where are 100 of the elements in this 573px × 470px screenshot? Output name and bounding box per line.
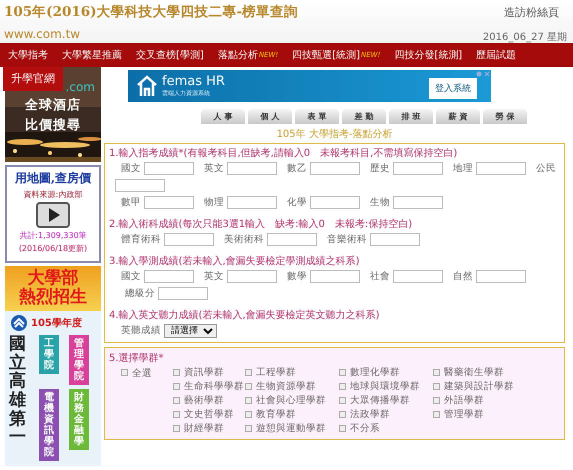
checkbox[interactable] bbox=[173, 411, 180, 418]
checkbox[interactable] bbox=[433, 369, 440, 376]
score-field[interactable] bbox=[227, 162, 277, 175]
tab[interactable]: 表 單 bbox=[295, 109, 339, 124]
checkbox-label: 藝術學群 bbox=[184, 395, 224, 407]
checkbox-label: 全選 bbox=[132, 367, 152, 380]
score-field[interactable] bbox=[144, 162, 194, 175]
score-field[interactable] bbox=[115, 178, 165, 192]
fan-page-link[interactable]: 造訪粉絲頁 bbox=[504, 5, 559, 20]
field-label: 物理 bbox=[204, 197, 224, 208]
site-title: 105年(2016)大學科技大學四技二專-榜單查詢 bbox=[4, 3, 298, 21]
nav-item[interactable]: 大學繁星推薦 bbox=[54, 48, 128, 62]
date-text: 2016_06_27 星期 bbox=[482, 30, 567, 44]
field-label: 體育術科 bbox=[121, 234, 161, 245]
checkbox[interactable] bbox=[245, 383, 252, 390]
field-label: 數乙 bbox=[287, 163, 307, 174]
tab[interactable]: 勞 保 bbox=[483, 109, 527, 124]
ad-headline: 大學部 bbox=[28, 269, 78, 288]
checkbox[interactable] bbox=[245, 369, 252, 376]
score-field[interactable] bbox=[164, 232, 214, 246]
checkbox-label: 工程學群 bbox=[256, 367, 296, 379]
score-field[interactable] bbox=[476, 270, 526, 283]
college-tag: 工學院 bbox=[39, 335, 59, 374]
checkbox[interactable] bbox=[245, 397, 252, 404]
score-field[interactable] bbox=[310, 270, 360, 283]
score-field[interactable] bbox=[393, 196, 443, 209]
nav-item[interactable]: 交叉查榜[學測] bbox=[128, 48, 210, 62]
score-field[interactable] bbox=[227, 196, 277, 209]
checkbox[interactable] bbox=[121, 369, 128, 376]
score-field[interactable] bbox=[310, 162, 360, 175]
section-title: 4.輸入英文聽力成績(若未輸入,會漏失要檢定英文聽力之科系) bbox=[109, 308, 381, 322]
field-label: 自然 bbox=[453, 271, 473, 282]
field-label: 生物 bbox=[370, 197, 390, 208]
field-label: 公民 bbox=[536, 163, 556, 174]
nav-item[interactable]: 四技分發[統測] bbox=[386, 48, 468, 62]
checkbox[interactable] bbox=[339, 397, 346, 404]
section-title: 1.輸入指考成績*(有報考科目,但缺考,請輸入0 未報考科目,不需填寫保持空白) bbox=[109, 146, 458, 160]
checkbox[interactable] bbox=[339, 383, 346, 390]
checkbox[interactable] bbox=[245, 425, 252, 432]
checkbox-label: 外語學群 bbox=[444, 395, 484, 407]
ad-text: 105學年度 bbox=[31, 316, 82, 330]
field-label: 社會 bbox=[370, 271, 390, 282]
nav-item[interactable]: 大學指考 bbox=[0, 48, 54, 62]
checkbox[interactable] bbox=[173, 383, 180, 390]
checkbox-label: 文史哲學群 bbox=[184, 409, 234, 421]
score-field[interactable] bbox=[310, 196, 360, 209]
select-field[interactable]: 請選擇 bbox=[164, 324, 217, 338]
ad-logo: .com bbox=[66, 80, 95, 94]
checkbox-label: 資訊學群 bbox=[184, 367, 224, 379]
checkbox[interactable] bbox=[173, 425, 180, 432]
checkbox-label: 管理學群 bbox=[444, 409, 484, 421]
tab[interactable]: 人 事 bbox=[201, 109, 245, 124]
checkbox-label: 法政學群 bbox=[350, 409, 390, 421]
ad-title: 用地圖,查房價 bbox=[14, 170, 92, 187]
checkbox[interactable] bbox=[433, 397, 440, 404]
ad-text: (2016/06/18更新) bbox=[18, 243, 88, 254]
field-label: 美術術科 bbox=[224, 234, 264, 245]
field-label: 英文 bbox=[204, 271, 224, 282]
score-field[interactable] bbox=[370, 232, 420, 246]
school-name: 國立高雄第一 bbox=[9, 335, 26, 450]
checkbox[interactable] bbox=[433, 383, 440, 390]
ad-choices-icon[interactable] bbox=[476, 71, 490, 77]
checkbox[interactable] bbox=[433, 411, 440, 418]
checkbox[interactable] bbox=[245, 411, 252, 418]
score-field[interactable] bbox=[393, 162, 443, 175]
checkbox-label: 教育學群 bbox=[256, 409, 296, 421]
field-label: 歷史 bbox=[370, 163, 390, 174]
checkbox[interactable] bbox=[339, 369, 346, 376]
tab[interactable]: 薪 資 bbox=[436, 109, 480, 124]
score-field[interactable] bbox=[158, 286, 208, 300]
nav-item[interactable]: 歷屆試題 bbox=[468, 48, 522, 62]
college-tag: 財務金融學 bbox=[69, 389, 89, 450]
score-field[interactable] bbox=[144, 270, 194, 283]
tab[interactable]: 差 勤 bbox=[342, 109, 386, 124]
score-field[interactable] bbox=[393, 270, 443, 283]
checkbox-label: 生物資源學群 bbox=[256, 381, 316, 393]
section-title: 5.選擇學群* bbox=[109, 352, 165, 365]
dropdown-item[interactable]: 升學官網 bbox=[3, 67, 63, 91]
checkbox[interactable] bbox=[339, 411, 346, 418]
section-title: 2.輸入術科成績(每次只能3選1輸入 缺考:輸入0 未報考:保持空白) bbox=[109, 218, 414, 231]
field-label: 數甲 bbox=[121, 197, 141, 208]
ad-text: 比價搜尋 bbox=[25, 117, 81, 134]
field-label: 總級分 bbox=[125, 288, 155, 299]
score-field[interactable] bbox=[476, 162, 526, 175]
checkbox[interactable] bbox=[173, 369, 180, 376]
score-field[interactable] bbox=[267, 232, 317, 246]
house-icon bbox=[136, 74, 158, 98]
tab[interactable]: 排 班 bbox=[389, 109, 433, 124]
tab[interactable]: 個 人 bbox=[248, 109, 292, 124]
score-field[interactable] bbox=[144, 196, 194, 209]
checkbox[interactable] bbox=[173, 397, 180, 404]
school-ad[interactable]: 大學部 熱烈招生 105學年度 國立高雄第一 工學院 管理學院 電機資訊學院 財務金融學 bbox=[5, 266, 101, 466]
login-button[interactable]: 登入系統 bbox=[429, 78, 477, 98]
checkbox-label: 財經學群 bbox=[184, 423, 224, 435]
checkbox[interactable] bbox=[339, 425, 346, 432]
play-icon[interactable] bbox=[36, 202, 70, 228]
score-field[interactable] bbox=[227, 270, 277, 283]
checkbox-label: 醫藥衛生學群 bbox=[444, 367, 504, 379]
map-ad[interactable]: 用地圖,查房價 資料來源:內政部 共計:1,309,330筆 (2016/06/18更新) bbox=[5, 165, 101, 263]
field-label: 音樂術科 bbox=[327, 234, 367, 245]
